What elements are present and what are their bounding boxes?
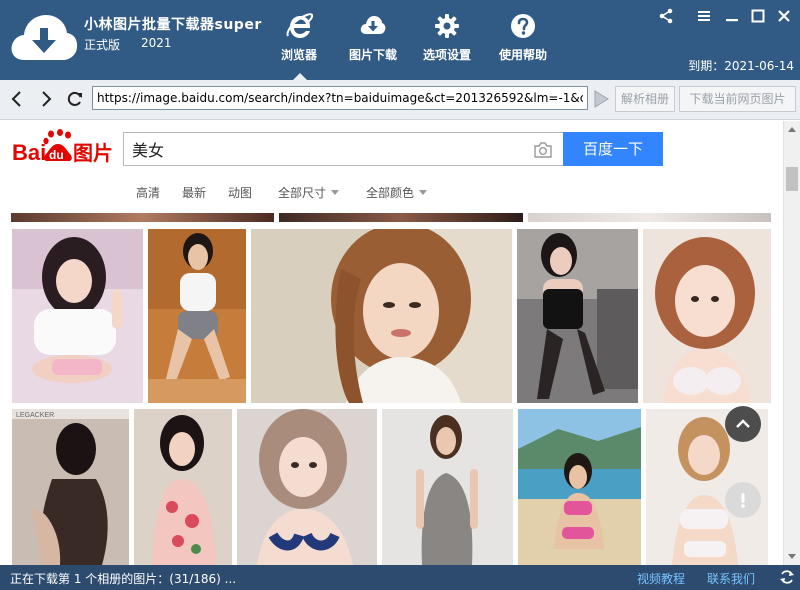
nav-image-download-button[interactable]: 图片下载 (338, 12, 408, 74)
share-icon[interactable] (656, 6, 676, 26)
exclamation-icon (741, 493, 745, 508)
image-thumbnail[interactable] (251, 229, 512, 403)
search-input[interactable] (123, 132, 563, 166)
go-arrow-icon[interactable] (593, 90, 609, 108)
parse-album-button[interactable]: 解析相册 (615, 86, 675, 112)
feedback-button[interactable] (725, 482, 761, 518)
nav-help-button[interactable]: 使用帮助 (488, 12, 558, 74)
image-thumbnail[interactable] (11, 213, 274, 222)
filter-size-label: 全部尺寸 (278, 186, 327, 200)
baidu-logo-text-images: 图片 (73, 141, 113, 165)
image-thumbnail[interactable]: LEGACKER (12, 409, 129, 565)
app-edition: 正式版 (84, 38, 121, 52)
ie-browser-icon (286, 13, 313, 38)
close-icon[interactable] (774, 6, 794, 26)
app-year: 2021 (141, 36, 172, 50)
image-thumbnail[interactable] (12, 229, 143, 403)
cloud-download-logo-icon (11, 15, 78, 60)
filter-color-dropdown[interactable]: 全部颜色 (366, 184, 428, 201)
camera-icon[interactable] (533, 141, 553, 159)
scroll-down-arrow-icon[interactable] (788, 554, 796, 559)
image-thumbnail[interactable] (382, 409, 513, 565)
filter-size-dropdown[interactable]: 全部尺寸 (278, 184, 340, 201)
maximize-icon[interactable] (748, 6, 768, 26)
refresh-icon[interactable] (779, 569, 795, 585)
scrollbar-thumb[interactable] (786, 167, 798, 191)
address-bar: 解析相册 下载当前网页图片 (0, 80, 800, 120)
reload-icon[interactable] (66, 90, 84, 108)
filter-latest[interactable]: 最新 (182, 184, 206, 201)
baidu-logo-text-du: du (49, 148, 64, 162)
baidu-logo-text-bai: Bai (12, 140, 46, 165)
image-thumbnail[interactable] (517, 229, 638, 403)
baidu-image-logo[interactable]: Bai du 图片 (11, 129, 117, 165)
scroll-to-top-button[interactable] (725, 406, 761, 442)
filter-animated[interactable]: 动图 (228, 184, 252, 201)
gear-icon (435, 14, 459, 38)
status-bar: 正在下载第 1 个相册的图片：(31/186) ... 视频教程 联系我们 (0, 565, 800, 590)
chevron-down-icon (331, 190, 340, 195)
minimize-icon[interactable] (722, 6, 742, 26)
download-page-images-button[interactable]: 下载当前网页图片 (679, 86, 796, 112)
filter-hd-label: 高清 (136, 186, 161, 200)
filter-animated-label: 动图 (228, 186, 253, 200)
image-thumbnail[interactable] (528, 213, 771, 222)
nav-browser-button[interactable]: 浏览器 (264, 12, 334, 80)
vertical-scrollbar[interactable] (783, 121, 800, 565)
scroll-up-arrow-icon[interactable] (788, 127, 796, 132)
svg-text:LEGACKER: LEGACKER (16, 412, 54, 419)
nav-settings-label: 选项设置 (422, 48, 471, 62)
nav-help-label: 使用帮助 (498, 48, 547, 62)
url-input[interactable] (92, 86, 588, 110)
title-bar: 小林图片批量下载器super 正式版 2021 浏览器 图片下载 选项设置 使用… (0, 0, 800, 80)
menu-icon[interactable] (694, 6, 714, 26)
forward-arrow-icon[interactable] (37, 90, 55, 108)
app-title: 小林图片批量下载器super (84, 17, 262, 33)
image-thumbnail[interactable] (643, 229, 771, 403)
image-thumbnail[interactable] (237, 409, 377, 565)
image-thumbnail[interactable] (148, 229, 246, 403)
image-thumbnail[interactable] (518, 409, 641, 565)
filter-latest-label: 最新 (182, 186, 207, 200)
back-arrow-icon[interactable] (8, 90, 26, 108)
chevron-down-icon (419, 190, 428, 195)
chevron-up-icon (736, 419, 750, 428)
nav-browser-label: 浏览器 (280, 48, 317, 62)
nav-settings-button[interactable]: 选项设置 (412, 12, 482, 74)
cloud-download-icon (360, 16, 386, 34)
browser-webview: Bai du 图片 百度一下 高清 最新 动图 全部尺寸 全部颜色 (0, 121, 783, 565)
question-icon (511, 14, 535, 38)
contact-us-link[interactable]: 联系我们 (707, 570, 755, 587)
filter-hd[interactable]: 高清 (136, 184, 160, 201)
expiry-date: 到期：2021-06-14 (688, 59, 794, 73)
filter-color-label: 全部颜色 (366, 186, 415, 200)
video-tutorial-link[interactable]: 视频教程 (637, 570, 685, 587)
baidu-search-button[interactable]: 百度一下 (563, 132, 663, 166)
download-status-text: 正在下载第 1 个相册的图片：(31/186) ... (10, 572, 237, 586)
image-thumbnail[interactable] (279, 213, 523, 222)
image-thumbnail[interactable] (134, 409, 232, 565)
nav-image-download-label: 图片下载 (348, 48, 397, 62)
